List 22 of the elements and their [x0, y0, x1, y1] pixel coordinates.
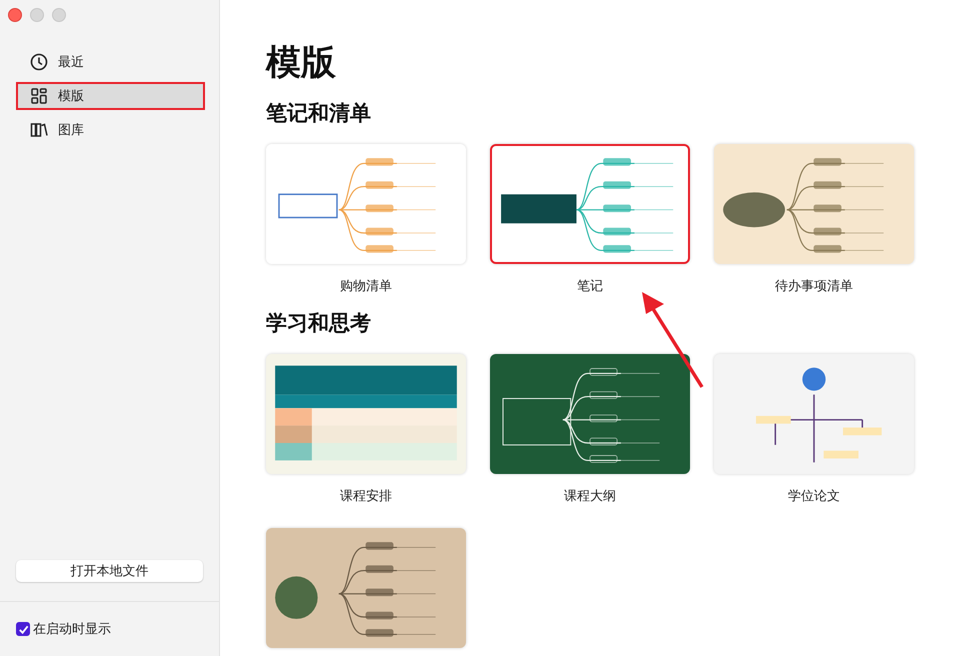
section-title: 笔记和清单 — [266, 100, 372, 126]
template-name: 课程大纲 — [564, 488, 616, 506]
sidebar-item[interactable]: 图库 — [16, 116, 205, 144]
checkbox[interactable] — [16, 622, 30, 636]
template-name: 学位论文 — [788, 488, 840, 506]
close-window-button[interactable] — [8, 8, 22, 22]
sidebar-item-label: 模版 — [58, 88, 84, 105]
sidebar-item[interactable]: 最近 — [16, 48, 205, 76]
template-name: 课程安排 — [340, 488, 392, 506]
clock-icon — [30, 53, 48, 71]
section-title: 学习和思考 — [266, 310, 372, 336]
sidebar-item[interactable]: 模版 — [16, 82, 205, 110]
sidebar-item-label: 图库 — [58, 122, 84, 139]
template-name: 购物清单 — [340, 278, 392, 296]
grid-icon — [30, 87, 48, 105]
open-local-file-button[interactable]: 打开本地文件 — [16, 560, 203, 582]
template-name: 笔记 — [577, 278, 603, 296]
checkbox-label: 在启动时显示 — [33, 621, 111, 638]
template-name: 待办事项清单 — [775, 278, 853, 296]
books-icon — [30, 121, 48, 139]
sidebar-item-label: 最近 — [58, 54, 84, 71]
page-title: 模版 — [266, 42, 337, 85]
